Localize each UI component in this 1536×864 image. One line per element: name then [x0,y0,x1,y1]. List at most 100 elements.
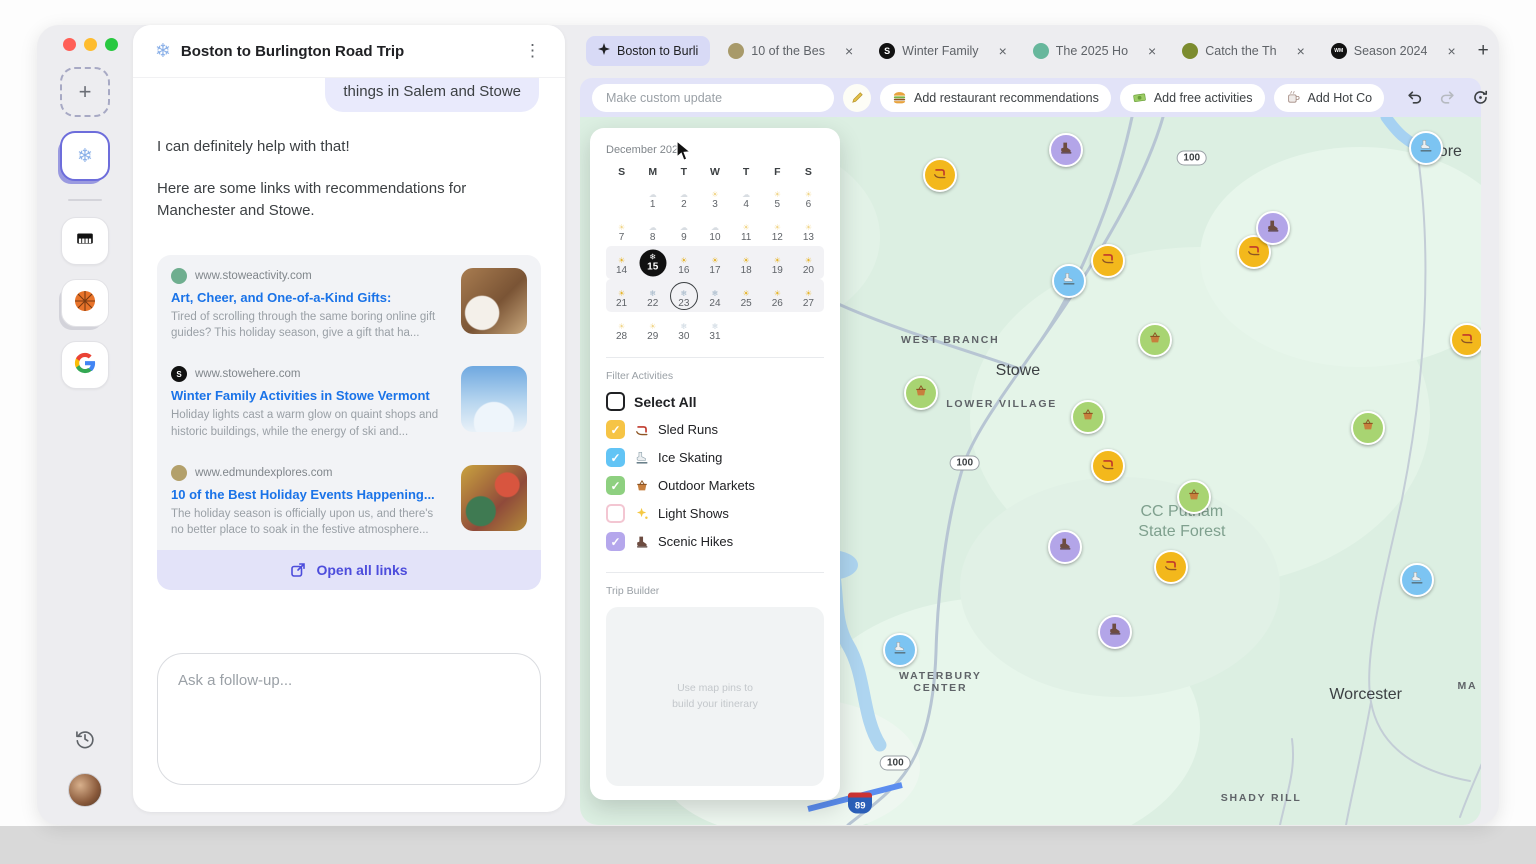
followup-input[interactable] [157,653,541,785]
map-marker-sled[interactable] [1091,244,1125,278]
link-card-title[interactable]: Winter Family Activities in Stowe Vermon… [171,388,449,403]
map-canvas[interactable]: WEST BRANCHStoweLOWER VILLAGECC PutnamSt… [580,117,1481,825]
map-marker-skate[interactable] [1052,264,1086,298]
map-marker-basket[interactable] [1071,400,1105,434]
map-marker-boot[interactable] [1256,211,1290,245]
calendar-day[interactable]: ☀12 [762,213,793,246]
chat-menu-button[interactable]: ⋮ [518,39,547,63]
calendar-day[interactable]: ❄22 [637,279,668,312]
map-marker-basket[interactable] [1351,411,1385,445]
tab-the-2025-ho[interactable]: The 2025 Ho [1021,36,1140,66]
calendar-day[interactable]: ☁10 [699,213,730,246]
undo-button[interactable] [1402,86,1426,110]
calendar-day[interactable]: ☀13 [793,213,824,246]
calendar-day[interactable]: ☀19 [762,246,793,279]
checkbox[interactable] [606,504,625,523]
link-card-title[interactable]: 10 of the Best Holiday Events Happening.… [171,487,449,502]
new-chat-button[interactable]: + [60,67,110,117]
map-marker-skate[interactable] [1409,131,1443,165]
tab-close-button[interactable]: × [1445,43,1457,59]
history-button[interactable] [74,728,96,755]
tab-winter-family[interactable]: SWinter Family [867,36,990,66]
edit-wand-button[interactable] [843,84,871,112]
calendar-day[interactable]: ☁4 [731,180,762,213]
link-card[interactable]: www.edmundexplores.com10 of the Best Hol… [157,452,541,550]
calendar-day[interactable]: ☀7 [606,213,637,246]
map-marker-basket[interactable] [1177,480,1211,514]
tab-close-button[interactable]: × [1295,43,1307,59]
calendar-day[interactable]: ☀5 [762,180,793,213]
calendar-day[interactable]: ☀20 [793,246,824,279]
user-avatar[interactable] [68,773,102,807]
toolbar-action-cocoa[interactable]: Add Hot Co [1274,84,1385,112]
calendar-day[interactable]: ☀18 [731,246,762,279]
calendar-day-selected[interactable]: ❄15 [637,246,668,279]
checkbox[interactable] [606,392,625,411]
map-marker-skate[interactable] [1400,563,1434,597]
sidebar-item-basketball-app[interactable] [61,279,109,327]
link-card[interactable]: www.stoweactivity.comArt, Cheer, and One… [157,255,541,353]
calendar-day-outlined[interactable]: ❄23 [668,279,699,312]
tab-10-of-the-bes[interactable]: 10 of the Bes [716,36,837,66]
calendar-day[interactable]: ☀17 [699,246,730,279]
sidebar-item-piano-app[interactable] [61,217,109,265]
map-marker-boot[interactable] [1048,530,1082,564]
calendar-day[interactable]: ☁8 [637,213,668,246]
close-window-button[interactable] [63,38,76,51]
filter-row-select-all[interactable]: Select All [606,392,824,411]
link-card[interactable]: Swww.stowehere.comWinter Family Activiti… [157,353,541,451]
calendar-day[interactable]: ☁1 [637,180,668,213]
minimize-window-button[interactable] [84,38,97,51]
calendar-day[interactable]: ☀16 [668,246,699,279]
calendar-day[interactable]: ☀3 [699,180,730,213]
map-marker-boot[interactable] [1098,615,1132,649]
calendar-day[interactable]: ❄24 [699,279,730,312]
filter-row-light-shows[interactable]: Light Shows [606,504,824,523]
toolbar-action-burger[interactable]: Add restaurant recommendations [880,84,1111,112]
map-marker-skate[interactable] [883,633,917,667]
checkbox[interactable]: ✓ [606,532,625,551]
calendar-day[interactable]: ☀26 [762,279,793,312]
map-marker-sled[interactable] [1450,323,1481,357]
filter-row-scenic-hikes[interactable]: ✓Scenic Hikes [606,532,824,551]
filter-row-ice-skating[interactable]: ✓Ice Skating [606,448,824,467]
map-marker-sled[interactable] [923,158,957,192]
checkbox[interactable]: ✓ [606,476,625,495]
calendar-day[interactable]: ☁2 [668,180,699,213]
tab-catch-the-th[interactable]: Catch the Th [1170,36,1288,66]
checkbox[interactable]: ✓ [606,420,625,439]
map-marker-basket[interactable] [1138,323,1172,357]
filter-row-sled-runs[interactable]: ✓Sled Runs [606,420,824,439]
calendar-day[interactable]: ☀21 [606,279,637,312]
map-marker-boot[interactable] [1049,133,1083,167]
sidebar-item-google-app[interactable] [61,341,109,389]
link-card-title[interactable]: Art, Cheer, and One-of-a-Kind Gifts: [171,290,449,305]
tab-close-button[interactable]: × [843,43,855,59]
redo-button[interactable] [1435,86,1459,110]
calendar-day[interactable]: ☀14 [606,246,637,279]
calendar-day[interactable]: ☁9 [668,213,699,246]
tab-boston-to-burli[interactable]: Boston to Burli [586,36,710,66]
filter-row-outdoor-markets[interactable]: ✓Outdoor Markets [606,476,824,495]
tab-close-button[interactable]: × [1146,43,1158,59]
calendar-day[interactable]: ☀27 [793,279,824,312]
refresh-button[interactable] [1468,86,1492,110]
new-tab-button[interactable]: + [1470,40,1497,62]
tab-close-button[interactable]: × [997,43,1009,59]
calendar-day[interactable]: ❄31 [699,312,730,345]
calendar-day[interactable]: ☀11 [731,213,762,246]
maximize-window-button[interactable] [105,38,118,51]
calendar-day[interactable]: ☀29 [637,312,668,345]
checkbox[interactable]: ✓ [606,448,625,467]
tab-season-2024[interactable]: WMSeason 2024 [1319,36,1440,66]
sidebar-item-roadtrip-app[interactable]: ❄ [60,131,110,181]
map-marker-sled[interactable] [1154,550,1188,584]
map-marker-sled[interactable] [1091,449,1125,483]
calendar-day[interactable]: ☀28 [606,312,637,345]
map-marker-basket[interactable] [904,376,938,410]
open-all-links-button[interactable]: Open all links [157,550,541,590]
calendar-day[interactable]: ☀25 [731,279,762,312]
calendar-day[interactable]: ☀6 [793,180,824,213]
custom-update-input[interactable] [592,84,834,112]
toolbar-action-money[interactable]: Add free activities [1120,84,1265,112]
